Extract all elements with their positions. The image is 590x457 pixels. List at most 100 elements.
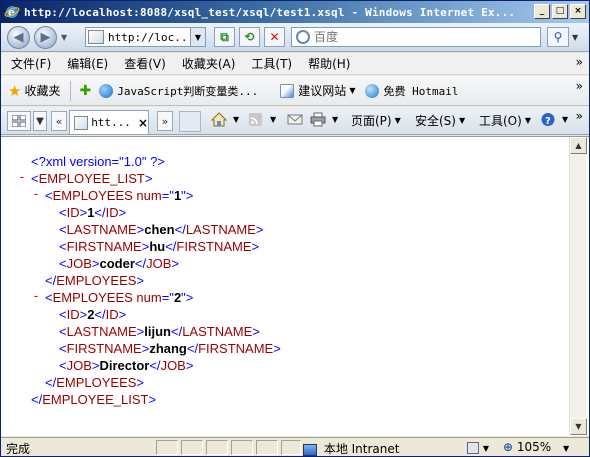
xml-attribute-name: num — [136, 290, 162, 305]
compatibility-view-button[interactable]: ⧉ — [214, 27, 235, 47]
tools-menu-button[interactable]: 工具(O) ▼ — [479, 112, 531, 129]
quick-tabs-button[interactable] — [7, 111, 31, 131]
xml-tag-name: ID — [66, 307, 80, 322]
search-input[interactable] — [314, 30, 534, 44]
xml-bracket: > — [252, 324, 260, 339]
status-panel — [281, 440, 301, 455]
xml-bracket: </ — [94, 307, 106, 322]
add-favorite-icon[interactable]: ✚ — [79, 83, 91, 99]
new-tab-button[interactable] — [179, 111, 201, 132]
xml-bracket: </ — [45, 375, 57, 390]
tab-page-icon — [74, 115, 89, 130]
search-icon — [296, 30, 310, 44]
favorites-button-label[interactable]: 收藏夹 — [24, 82, 60, 99]
address-dropdown-icon[interactable]: ▼ — [190, 28, 205, 46]
favorite-suggested-sites[interactable]: 建议网站 ▼ — [280, 82, 355, 99]
refresh-button[interactable]: ⟲ — [239, 27, 260, 47]
collapse-toggle[interactable]: - — [32, 187, 40, 202]
xml-text-value: lijun — [144, 324, 171, 339]
home-button[interactable]: ▼ — [211, 112, 239, 127]
xml-text-value: coder — [99, 256, 135, 271]
printer-icon — [310, 112, 326, 127]
xml-line: <ID>1</ID> — [59, 204, 126, 221]
xml-tag-name: JOB — [160, 358, 186, 373]
xml-tag-name: LASTNAME — [66, 222, 137, 237]
status-bar: 完成 本地 Intranet ▼ ⊕ 105% ▼ — [1, 437, 589, 456]
search-options-dropdown-icon[interactable]: ▼ — [572, 33, 578, 42]
xml-tag-name: ID — [66, 205, 80, 220]
status-panel — [231, 440, 253, 455]
search-go-button[interactable]: ⚲ — [547, 27, 569, 47]
vertical-scrollbar[interactable]: ▲ ▼ — [569, 137, 587, 435]
favorite-hotmail[interactable]: 免费 Hotmail — [365, 83, 458, 99]
tab-active[interactable]: htt... × — [69, 110, 149, 134]
ie-icon — [365, 83, 380, 98]
scroll-tabs-left-button[interactable]: « — [51, 111, 67, 131]
close-tab-button[interactable]: × — [138, 116, 148, 130]
zoom-dropdown-icon: ▼ — [563, 444, 570, 453]
address-text[interactable]: http://loc... — [108, 31, 190, 44]
xml-tag-name: LASTNAME — [182, 324, 253, 339]
xml-line: <ID>2</ID> — [59, 306, 126, 323]
collapse-toggle[interactable]: - — [18, 170, 26, 185]
tab-list-dropdown[interactable]: ▼ — [33, 111, 47, 131]
maximize-button[interactable]: □ — [552, 4, 568, 19]
page-content: <?xml version="1.0" ?> <EMPLOYEE_LIST> - <E… — [1, 136, 589, 436]
command-bar: ▼ « htt... × » ▼ ▼ ▼ 页面(P) ▼ 安全(S) ▼ 工具(… — [1, 107, 589, 135]
menu-help[interactable]: 帮助(H) — [300, 55, 358, 72]
read-mail-button[interactable] — [287, 112, 306, 127]
print-button[interactable]: ▼ — [310, 112, 338, 127]
back-button[interactable]: ◀ — [7, 26, 30, 49]
feeds-button[interactable]: ▼ — [248, 112, 276, 127]
browser-window: e http://localhost:8088/xsql_test/xsql/t… — [0, 0, 590, 457]
minimize-button[interactable]: _ — [534, 4, 550, 19]
history-dropdown-icon[interactable]: ▼ — [61, 33, 67, 42]
menu-file[interactable]: 文件(F) — [1, 55, 59, 72]
scroll-tabs-right-button[interactable]: » — [157, 111, 173, 131]
menu-view[interactable]: 查看(V) — [116, 55, 174, 72]
xml-tag-name: JOB — [66, 256, 92, 271]
safety-menu-label: 安全(S) — [415, 114, 456, 128]
safety-menu-button[interactable]: 安全(S) ▼ — [415, 112, 465, 129]
collapse-toggle[interactable]: - — [32, 289, 40, 304]
zoom-button[interactable]: ⊕ 105% ▼ — [503, 440, 569, 454]
page-menu-button[interactable]: 页面(P) ▼ — [351, 112, 401, 129]
protected-mode-icon — [467, 441, 479, 454]
xml-bracket: > — [171, 256, 179, 271]
favorite-link-javascript[interactable]: JavaScript判断变量类... — [99, 83, 258, 99]
command-bar-chevron-icon[interactable]: » — [576, 109, 583, 123]
xml-bracket: </ — [31, 392, 43, 407]
help-button[interactable]: ? ▼ — [540, 112, 568, 127]
xml-bracket: > — [136, 273, 145, 288]
address-row: ◀ ▶ ▼ http://loc... ▼ ⧉ ⟲ ✕ ⚲ ▼ — [1, 23, 589, 52]
xml-bracket: </ — [186, 341, 199, 356]
menu-favorites[interactable]: 收藏夹(A) — [174, 55, 244, 72]
xml-tag-name: JOB — [66, 358, 92, 373]
xml-attribute-name: num — [136, 188, 162, 203]
address-bar[interactable]: http://loc... ▼ — [85, 27, 206, 47]
menu-edit[interactable]: 编辑(E) — [59, 55, 116, 72]
favorites-chevron-icon[interactable]: » — [576, 79, 583, 93]
menu-tools[interactable]: 工具(T) — [243, 55, 300, 72]
xml-line: </EMPLOYEES> — [45, 374, 144, 391]
menu-chevron-icon[interactable]: » — [576, 55, 583, 69]
xml-line: <EMPLOYEES num="2"> — [45, 289, 193, 306]
favorites-star-icon[interactable]: ★ — [8, 82, 21, 100]
stop-button[interactable]: ✕ — [264, 27, 285, 47]
xml-equals: =" — [161, 290, 174, 305]
xml-bracket: < — [59, 324, 67, 339]
xml-tree-view: <?xml version="1.0" ?> <EMPLOYEE_LIST> - <E… — [1, 137, 567, 435]
page-menu-label: 页面(P) — [351, 114, 392, 128]
suggested-sites-dropdown-icon[interactable]: ▼ — [349, 86, 355, 95]
forward-button[interactable]: ▶ — [34, 26, 57, 49]
scroll-up-button[interactable]: ▲ — [570, 137, 587, 154]
help-icon: ? — [541, 113, 555, 127]
close-window-button[interactable]: × — [570, 4, 586, 19]
scroll-down-button[interactable]: ▼ — [570, 418, 587, 435]
suggested-sites-label: 建议网站 — [298, 84, 347, 98]
xml-tag-name: JOB — [146, 256, 172, 271]
status-panel — [256, 440, 278, 455]
protected-mode-button[interactable]: ▼ — [467, 440, 489, 454]
search-box[interactable] — [291, 27, 541, 47]
status-panel — [206, 440, 228, 455]
